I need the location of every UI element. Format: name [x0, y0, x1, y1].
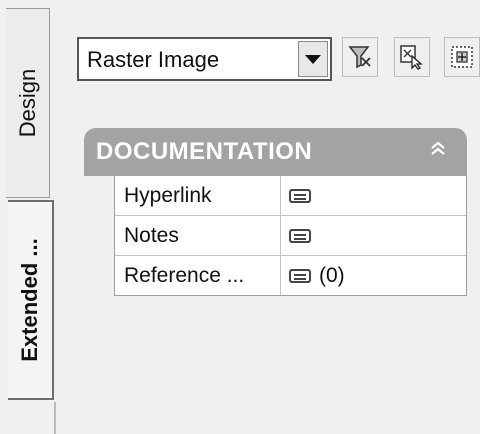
property-row-reference[interactable]: Reference ... (0): [115, 256, 466, 296]
properties-icon: [449, 44, 475, 70]
tab-design[interactable]: Design: [6, 8, 50, 198]
filter-icon: [348, 44, 372, 70]
vertical-tab-strip: Design Extended ...: [0, 0, 56, 434]
memo-icon[interactable]: [289, 188, 311, 203]
tab-strip-edge: [32, 402, 56, 434]
property-value[interactable]: [281, 176, 466, 215]
chevron-down-icon[interactable]: [298, 41, 328, 77]
property-name: Hyperlink: [115, 176, 281, 215]
select-element-icon: [399, 44, 425, 70]
memo-icon[interactable]: [289, 228, 311, 243]
property-row-notes[interactable]: Notes: [115, 216, 466, 256]
property-rows: Hyperlink Notes Reference ... (0): [114, 176, 467, 296]
tab-design-label: Design: [14, 68, 40, 138]
property-grid: DOCUMENTATION Hyperlink Notes Reference …: [84, 128, 467, 296]
collapse-icon[interactable]: [427, 138, 449, 160]
filter-button[interactable]: [342, 37, 378, 77]
memo-icon[interactable]: [289, 268, 311, 283]
property-value[interactable]: (0): [281, 256, 466, 295]
category-title: DOCUMENTATION: [96, 138, 313, 165]
tab-extended-label: Extended ...: [17, 238, 42, 362]
property-value[interactable]: [281, 216, 466, 255]
property-value-text: (0): [319, 263, 345, 287]
element-type-combo[interactable]: Raster Image: [77, 37, 332, 81]
category-header[interactable]: DOCUMENTATION: [84, 128, 467, 176]
property-row-hyperlink[interactable]: Hyperlink: [115, 176, 466, 216]
properties-button[interactable]: [444, 37, 480, 77]
select-element-button[interactable]: [394, 37, 430, 77]
property-name: Reference ...: [115, 256, 281, 295]
property-name: Notes: [115, 216, 281, 255]
element-type-value: Raster Image: [87, 47, 220, 72]
tab-extended[interactable]: Extended ...: [8, 200, 54, 400]
